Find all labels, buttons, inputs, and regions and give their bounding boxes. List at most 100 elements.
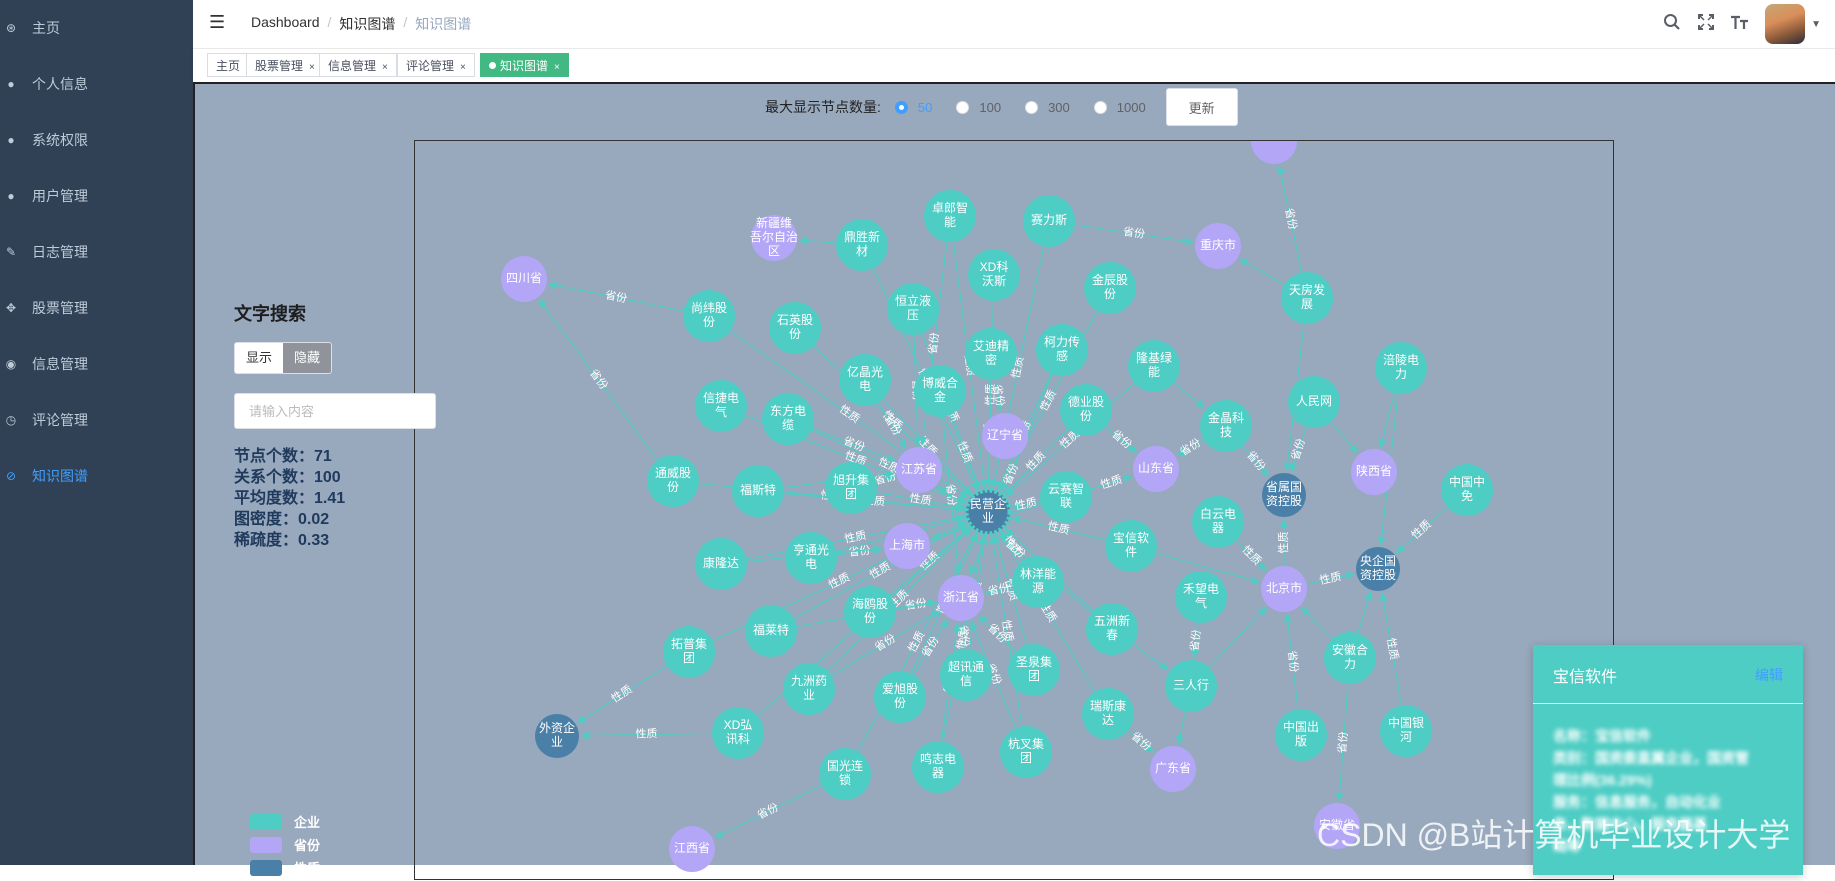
sidebar-item-0[interactable]: ⊛ 主页	[0, 0, 193, 56]
chevron-down-icon[interactable]: ▼	[1811, 19, 1821, 30]
fullscreen-icon[interactable]	[1689, 13, 1723, 36]
graph-node-company[interactable]: 柯力传感	[1036, 324, 1088, 376]
close-icon[interactable]: ×	[554, 62, 560, 73]
graph-node-province[interactable]: 江西省	[669, 826, 715, 872]
graph-node-company[interactable]: 金晶科技	[1200, 400, 1252, 452]
graph-node-company[interactable]: 爱旭股份	[874, 671, 926, 723]
graph-node-province[interactable]: 广东省	[1150, 746, 1196, 792]
graph-node-province[interactable]: 北京市	[1261, 566, 1307, 612]
graph-node-province[interactable]: 重庆市	[1195, 223, 1241, 269]
graph-node-company[interactable]: 旭升集团	[825, 462, 877, 514]
graph-node-company[interactable]: 涪陵电力	[1375, 342, 1427, 394]
tab-4[interactable]: 知识图谱 ×	[480, 53, 569, 77]
close-icon[interactable]: ×	[460, 62, 466, 73]
tab-1[interactable]: 股票管理 ×	[246, 53, 324, 77]
update-button[interactable]: 更新	[1165, 88, 1238, 126]
search-icon[interactable]	[1655, 13, 1689, 36]
sidebar-item-8[interactable]: ⊘ 知识图谱	[0, 448, 193, 504]
sidebar-item-4[interactable]: ✎ 日志管理	[0, 224, 193, 280]
graph-node-company[interactable]: 三人行	[1165, 660, 1217, 712]
graph-node-province[interactable]: 陕西省	[1351, 449, 1397, 495]
graph-node-nature[interactable]: 民营企业	[963, 487, 1013, 537]
legend-item[interactable]: 省份	[250, 833, 320, 856]
graph-node-company[interactable]: 信捷电气	[695, 380, 747, 432]
node-count-radio-1000[interactable]: 1000	[1093, 100, 1146, 115]
graph-node-province[interactable]: 新疆维吾尔自治区	[750, 215, 798, 261]
graph-node-company[interactable]: XD科沃斯	[968, 249, 1020, 301]
graph-node-company[interactable]: 杭叉集团	[1000, 726, 1052, 778]
sidebar-item-1[interactable]: ● 个人信息	[0, 56, 193, 112]
hide-button[interactable]: 隐藏	[283, 343, 331, 373]
font-size-icon[interactable]	[1723, 13, 1757, 36]
info-card-edit-link[interactable]: 编辑	[1755, 665, 1783, 685]
graph-node-nature[interactable]: 外资企业	[535, 714, 579, 758]
graph-node-company[interactable]: 福斯特	[732, 465, 784, 517]
graph-node-company[interactable]: 金辰股份	[1084, 262, 1136, 314]
close-icon[interactable]: ×	[309, 62, 315, 73]
hamburger-menu-icon[interactable]: ☰	[209, 12, 229, 32]
graph-node-company[interactable]: 宝信软件	[1105, 520, 1157, 572]
graph-node-province[interactable]: 浙江省	[938, 575, 984, 621]
graph-node-company[interactable]: 五洲新春	[1086, 603, 1138, 655]
graph-node-company[interactable]: 石英股份	[769, 302, 821, 354]
node-count-radio-50[interactable]: 50	[894, 100, 932, 115]
graph-node-company[interactable]: 超讯通信	[940, 649, 992, 701]
graph-node-company[interactable]: 中国银河	[1380, 705, 1432, 757]
graph-node-company[interactable]: 安徽合力	[1324, 632, 1376, 684]
graph-node-company[interactable]: 人民网	[1288, 376, 1340, 428]
graph-node-company[interactable]: 九洲药业	[783, 663, 835, 715]
sidebar-item-3[interactable]: ● 用户管理	[0, 168, 193, 224]
graph-node-company[interactable]: 卓郎智能	[924, 190, 976, 242]
legend-item[interactable]: 性质	[250, 856, 320, 879]
graph-canvas[interactable]: 省份 省份 省份 省份 省份 性质 性质 省份 省份 性质 性质 省份 省份 省份 性质 性质 省份 性质 省份 性质…	[414, 140, 1614, 880]
graph-node-province[interactable]	[1251, 141, 1297, 164]
graph-node-nature[interactable]: 省属国资控股	[1262, 473, 1306, 517]
legend-item[interactable]: 企业	[250, 810, 320, 833]
knowledge-graph[interactable]: 省份省份省份省份省份性质性质省份省份性质性质省份省份省份性质性质省份性质省份性质…	[415, 141, 1615, 881]
breadcrumb-parent[interactable]: 知识图谱	[339, 14, 395, 34]
graph-node-company[interactable]: 亨通光电	[785, 532, 837, 584]
graph-node-province[interactable]: 上海市	[884, 523, 930, 569]
graph-node-company[interactable]: 海鸥股份	[844, 586, 896, 638]
graph-node-company[interactable]: 圣泉集团	[1008, 644, 1060, 696]
graph-node-company[interactable]: 禾望电气	[1175, 571, 1227, 623]
graph-node-company[interactable]: 中国中免	[1441, 464, 1493, 516]
tab-3[interactable]: 评论管理 ×	[397, 53, 475, 77]
graph-node-company[interactable]: XD弘讯科	[712, 707, 764, 759]
tab-2[interactable]: 信息管理 ×	[319, 53, 397, 77]
graph-node-province[interactable]: 山东省	[1133, 446, 1179, 492]
graph-node-company[interactable]: 通威股份	[647, 455, 699, 507]
close-icon[interactable]: ×	[382, 62, 388, 73]
graph-node-company[interactable]: 鼎胜新材	[836, 219, 888, 271]
tab-0[interactable]: 主页	[207, 53, 250, 77]
graph-node-company[interactable]: 隆基绿能	[1128, 340, 1180, 392]
sidebar-item-5[interactable]: ✥ 股票管理	[0, 280, 193, 336]
graph-node-company[interactable]: 云赛智联	[1040, 471, 1092, 523]
graph-node-company[interactable]: 拓普集团	[663, 626, 715, 678]
graph-node-company[interactable]: 东方电缆	[762, 393, 814, 445]
graph-node-company[interactable]: 鸣志电器	[912, 741, 964, 793]
graph-node-province[interactable]: 四川省	[501, 256, 547, 302]
graph-node-company[interactable]: 福莱特	[745, 605, 797, 657]
sidebar-item-7[interactable]: ◷ 评论管理	[0, 392, 193, 448]
graph-node-company[interactable]: 国光连锁	[819, 748, 871, 800]
graph-node-company[interactable]: 亿晶光电	[839, 354, 891, 406]
graph-node-company[interactable]: 艾迪精密	[965, 328, 1017, 380]
graph-node-company[interactable]: 中国出版	[1275, 709, 1327, 761]
node-count-radio-300[interactable]: 300	[1025, 100, 1070, 115]
graph-node-province[interactable]: 辽宁省	[982, 413, 1028, 459]
graph-node-company[interactable]: 白云电器	[1192, 496, 1244, 548]
show-button[interactable]: 显示	[235, 343, 283, 373]
sidebar-item-2[interactable]: ● 系统权限	[0, 112, 193, 168]
graph-node-company[interactable]: 天房发展	[1281, 272, 1333, 324]
sidebar-item-6[interactable]: ◉ 信息管理	[0, 336, 193, 392]
graph-node-company[interactable]: 尚纬股份	[683, 290, 735, 342]
graph-node-company[interactable]: 瑞斯康达	[1082, 688, 1134, 740]
avatar[interactable]	[1765, 4, 1806, 44]
graph-node-company[interactable]: 林洋能源	[1012, 556, 1064, 608]
graph-node-nature[interactable]: 央企国资控股	[1356, 547, 1400, 591]
breadcrumb-dashboard[interactable]: Dashboard	[251, 14, 320, 34]
graph-node-company[interactable]: 博威合金	[914, 365, 966, 417]
graph-node-company[interactable]: 赛力斯	[1023, 195, 1075, 247]
graph-node-province[interactable]: 江苏省	[896, 447, 942, 493]
